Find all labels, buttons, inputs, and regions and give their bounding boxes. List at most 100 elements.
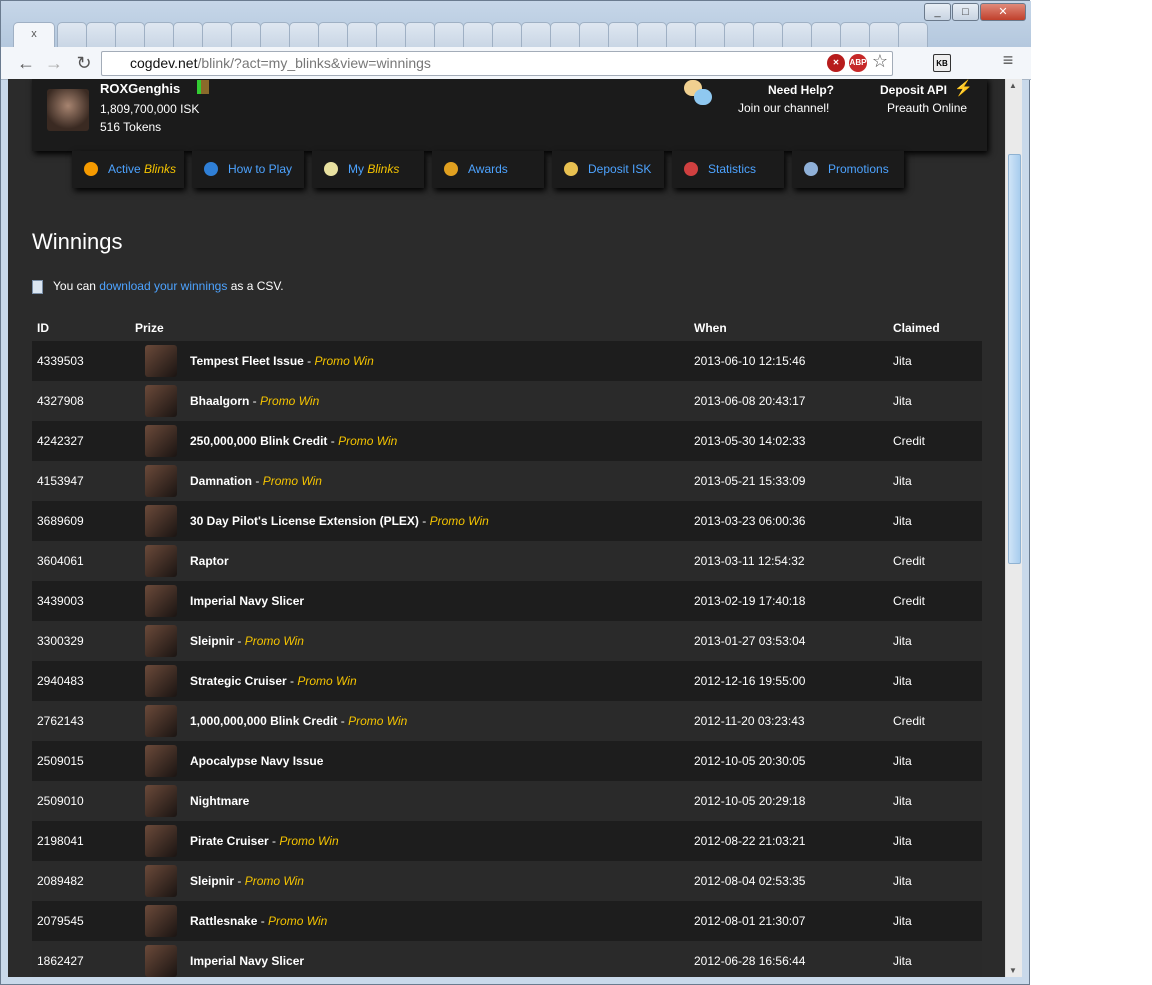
tab-close-icon[interactable]: x [31,28,37,40]
nav-item[interactable]: How to Play [192,151,304,188]
download-winnings-link[interactable]: download your winnings [99,279,227,293]
nav-label: How to Play [228,162,293,176]
browser-tab[interactable] [869,22,899,47]
browser-tab[interactable] [811,22,841,47]
browser-tab[interactable] [637,22,667,47]
avatar [47,89,89,131]
table-row: 2509010 Nightmare 2012-10-05 20:29:18 Ji… [32,781,982,821]
prize-name: Apocalypse Navy Issue [190,754,324,768]
browser-tab[interactable] [695,22,725,47]
close-window-button[interactable]: ✕ [980,3,1026,21]
browser-tab[interactable] [376,22,406,47]
header-id[interactable]: ID [37,321,49,335]
browser-tab[interactable] [144,22,174,47]
header-claimed[interactable]: Claimed [893,321,940,335]
nav-item[interactable]: Statistics [672,151,784,188]
browser-tab[interactable] [173,22,203,47]
nav-item[interactable]: Active Blinks [72,151,184,188]
prize-name: Nightmare [190,794,250,808]
prize-image [145,945,177,977]
browser-tab[interactable] [724,22,754,47]
browser-tab[interactable] [666,22,696,47]
scroll-down-icon[interactable]: ▼ [1009,966,1017,975]
reload-icon[interactable]: ↻ [73,53,95,74]
row-when: 2012-11-20 03:23:43 [694,714,805,728]
row-id: 3604061 [37,554,84,568]
browser-tab[interactable] [782,22,812,47]
browser-tab[interactable] [753,22,783,47]
browser-tab[interactable] [115,22,145,47]
row-claimed: Credit [893,714,926,728]
row-when: 2013-06-10 12:15:46 [694,354,806,368]
nav-item[interactable]: My Blinks [312,151,424,188]
prize-image [145,785,177,817]
back-icon[interactable]: ← [15,53,37,74]
prize-image [145,345,177,377]
page-title: Winnings [32,229,123,254]
prize-name: 30 Day Pilot's License Extension (PLEX) [190,514,419,528]
menu-icon[interactable]: ≡ [997,50,1019,71]
browser-tab[interactable] [840,22,870,47]
prize-name: Sleipnir [190,634,235,648]
promo-label: Promo Win [279,834,339,848]
row-when: 2013-05-30 14:02:33 [694,434,806,448]
header-when[interactable]: When [694,321,727,335]
minimize-button[interactable]: _ [924,3,951,21]
adblock-icon[interactable]: ABP [849,54,867,72]
browser-tab[interactable] [289,22,319,47]
browser-tab[interactable] [608,22,638,47]
nav-item[interactable]: Awards [432,151,544,188]
browser-tab[interactable] [898,22,928,47]
browser-tab[interactable] [434,22,464,47]
url-path: /blink/?act=my_blinks&view=winnings [197,55,431,71]
scrollbar-thumb[interactable] [1008,154,1021,564]
forward-icon[interactable]: → [43,53,65,74]
row-when: 2012-10-05 20:29:18 [694,794,806,808]
scroll-up-icon[interactable]: ▲ [1009,81,1017,90]
address-bar[interactable]: cogdev.net/blink/?act=my_blinks&view=win… [101,51,893,76]
browser-tab[interactable] [57,22,87,47]
join-channel-link[interactable]: Join our channel! [738,101,829,115]
browser-tab[interactable] [347,22,377,47]
row-id: 2940483 [37,674,84,688]
header-prize[interactable]: Prize [135,321,164,335]
browser-tab[interactable] [318,22,348,47]
extension-icon[interactable]: ✕ [827,54,845,72]
chat-bubble-icon [694,89,712,105]
table-row: 3689609 30 Day Pilot's License Extension… [32,501,982,541]
row-claimed: Credit [893,554,926,568]
prize-image [145,505,177,537]
maximize-button[interactable]: □ [952,3,979,21]
prize-image [145,585,177,617]
row-when: 2013-03-23 06:00:36 [694,514,806,528]
row-id: 3439003 [37,594,84,608]
browser-tab[interactable] [86,22,116,47]
browser-tab[interactable] [260,22,290,47]
browser-tab[interactable] [202,22,232,47]
row-when: 2013-06-08 20:43:17 [694,394,806,408]
nav-item[interactable]: Promotions [792,151,904,188]
browser-tab[interactable] [550,22,580,47]
nav-item[interactable]: Deposit ISK [552,151,664,188]
question-icon [204,162,218,176]
row-claimed: Jita [893,354,912,368]
row-id: 4327908 [37,394,84,408]
table-row: 2089482 Sleipnir - Promo Win 2012-08-04 … [32,861,982,901]
scrollbar[interactable]: ▲ ▼ [1005,79,1022,977]
prize-image [145,545,177,577]
browser-tab[interactable] [463,22,493,47]
browser-tab[interactable] [492,22,522,47]
bookmark-star-icon[interactable]: ☆ [869,51,891,72]
promo-label: Promo Win [244,634,304,648]
table-row: 2198041 Pirate Cruiser - Promo Win 2012-… [32,821,982,861]
browser-tab[interactable] [405,22,435,47]
browser-tab[interactable] [231,22,261,47]
url-host: cogdev.net [130,55,198,71]
browser-tab[interactable] [521,22,551,47]
tab-active[interactable]: x [13,22,55,47]
browser-tab[interactable] [579,22,609,47]
row-id: 4339503 [37,354,84,368]
logout-icon[interactable] [197,80,209,94]
kb-icon[interactable]: KB [933,54,951,72]
row-when: 2012-08-04 02:53:35 [694,874,806,888]
